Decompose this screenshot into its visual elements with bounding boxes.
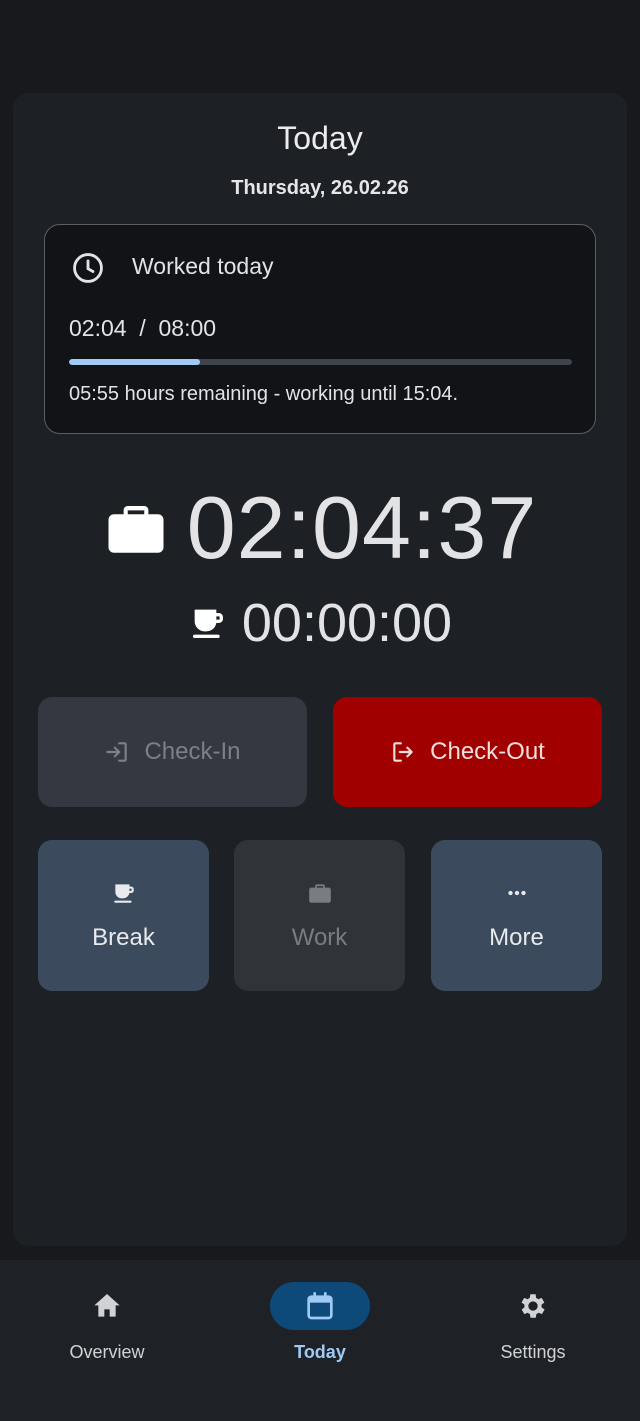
nav-today-indicator	[270, 1282, 370, 1330]
worked-today-card: Worked today 02:04 / 08:00 05:55 hours r…	[44, 224, 596, 434]
worked-today-label: Worked today	[132, 253, 274, 279]
worked-progress-bar	[69, 359, 572, 365]
more-button-label: More	[489, 923, 544, 951]
home-icon	[94, 1294, 120, 1317]
logout-icon	[393, 742, 413, 762]
check-out-button[interactable]: Check-Out	[333, 697, 602, 807]
check-out-label: Check-Out	[430, 738, 545, 765]
nav-overview-indicator	[57, 1282, 157, 1330]
briefcase-icon	[308, 883, 331, 903]
gear-icon	[521, 1294, 545, 1318]
page-date: Thursday, 26.02.26	[231, 177, 409, 199]
break-timer-value: 00:00:00	[241, 593, 453, 653]
calendar-icon	[307, 1292, 333, 1320]
nav-item-settings[interactable]: Settings	[453, 1282, 613, 1382]
work-button[interactable]: Work	[234, 840, 405, 991]
login-icon	[106, 742, 128, 762]
more-button[interactable]: More	[431, 840, 602, 991]
work-timer: 02:04:37	[0, 478, 640, 578]
bottom-navigation: Overview Today Settings	[0, 1260, 640, 1421]
coffee-cup-icon	[113, 883, 134, 903]
clock-icon	[73, 253, 103, 283]
briefcase-icon	[108, 506, 164, 553]
nav-item-overview[interactable]: Overview	[27, 1282, 187, 1382]
break-timer: 00:00:00	[0, 590, 640, 656]
nav-today-label: Today	[294, 1342, 346, 1362]
work-button-label: Work	[291, 923, 348, 951]
nav-overview-label: Overview	[69, 1342, 145, 1362]
worked-progress-fill	[69, 359, 200, 365]
break-button[interactable]: Break	[38, 840, 209, 991]
work-timer-value: 02:04:37	[186, 478, 538, 577]
page-title: Today	[277, 120, 363, 156]
nav-settings-indicator	[483, 1282, 583, 1330]
nav-item-today[interactable]: Today	[240, 1282, 400, 1382]
check-in-label: Check-In	[144, 738, 241, 765]
nav-settings-label: Settings	[500, 1342, 566, 1362]
coffee-cup-icon	[192, 609, 223, 638]
break-button-label: Break	[92, 923, 155, 951]
more-horizontal-icon	[507, 890, 526, 895]
remaining-text: 05:55 hours remaining - working until 15…	[69, 383, 459, 405]
worked-time-value: 02:04 / 08:00	[69, 315, 217, 341]
check-in-button[interactable]: Check-In	[38, 697, 307, 807]
